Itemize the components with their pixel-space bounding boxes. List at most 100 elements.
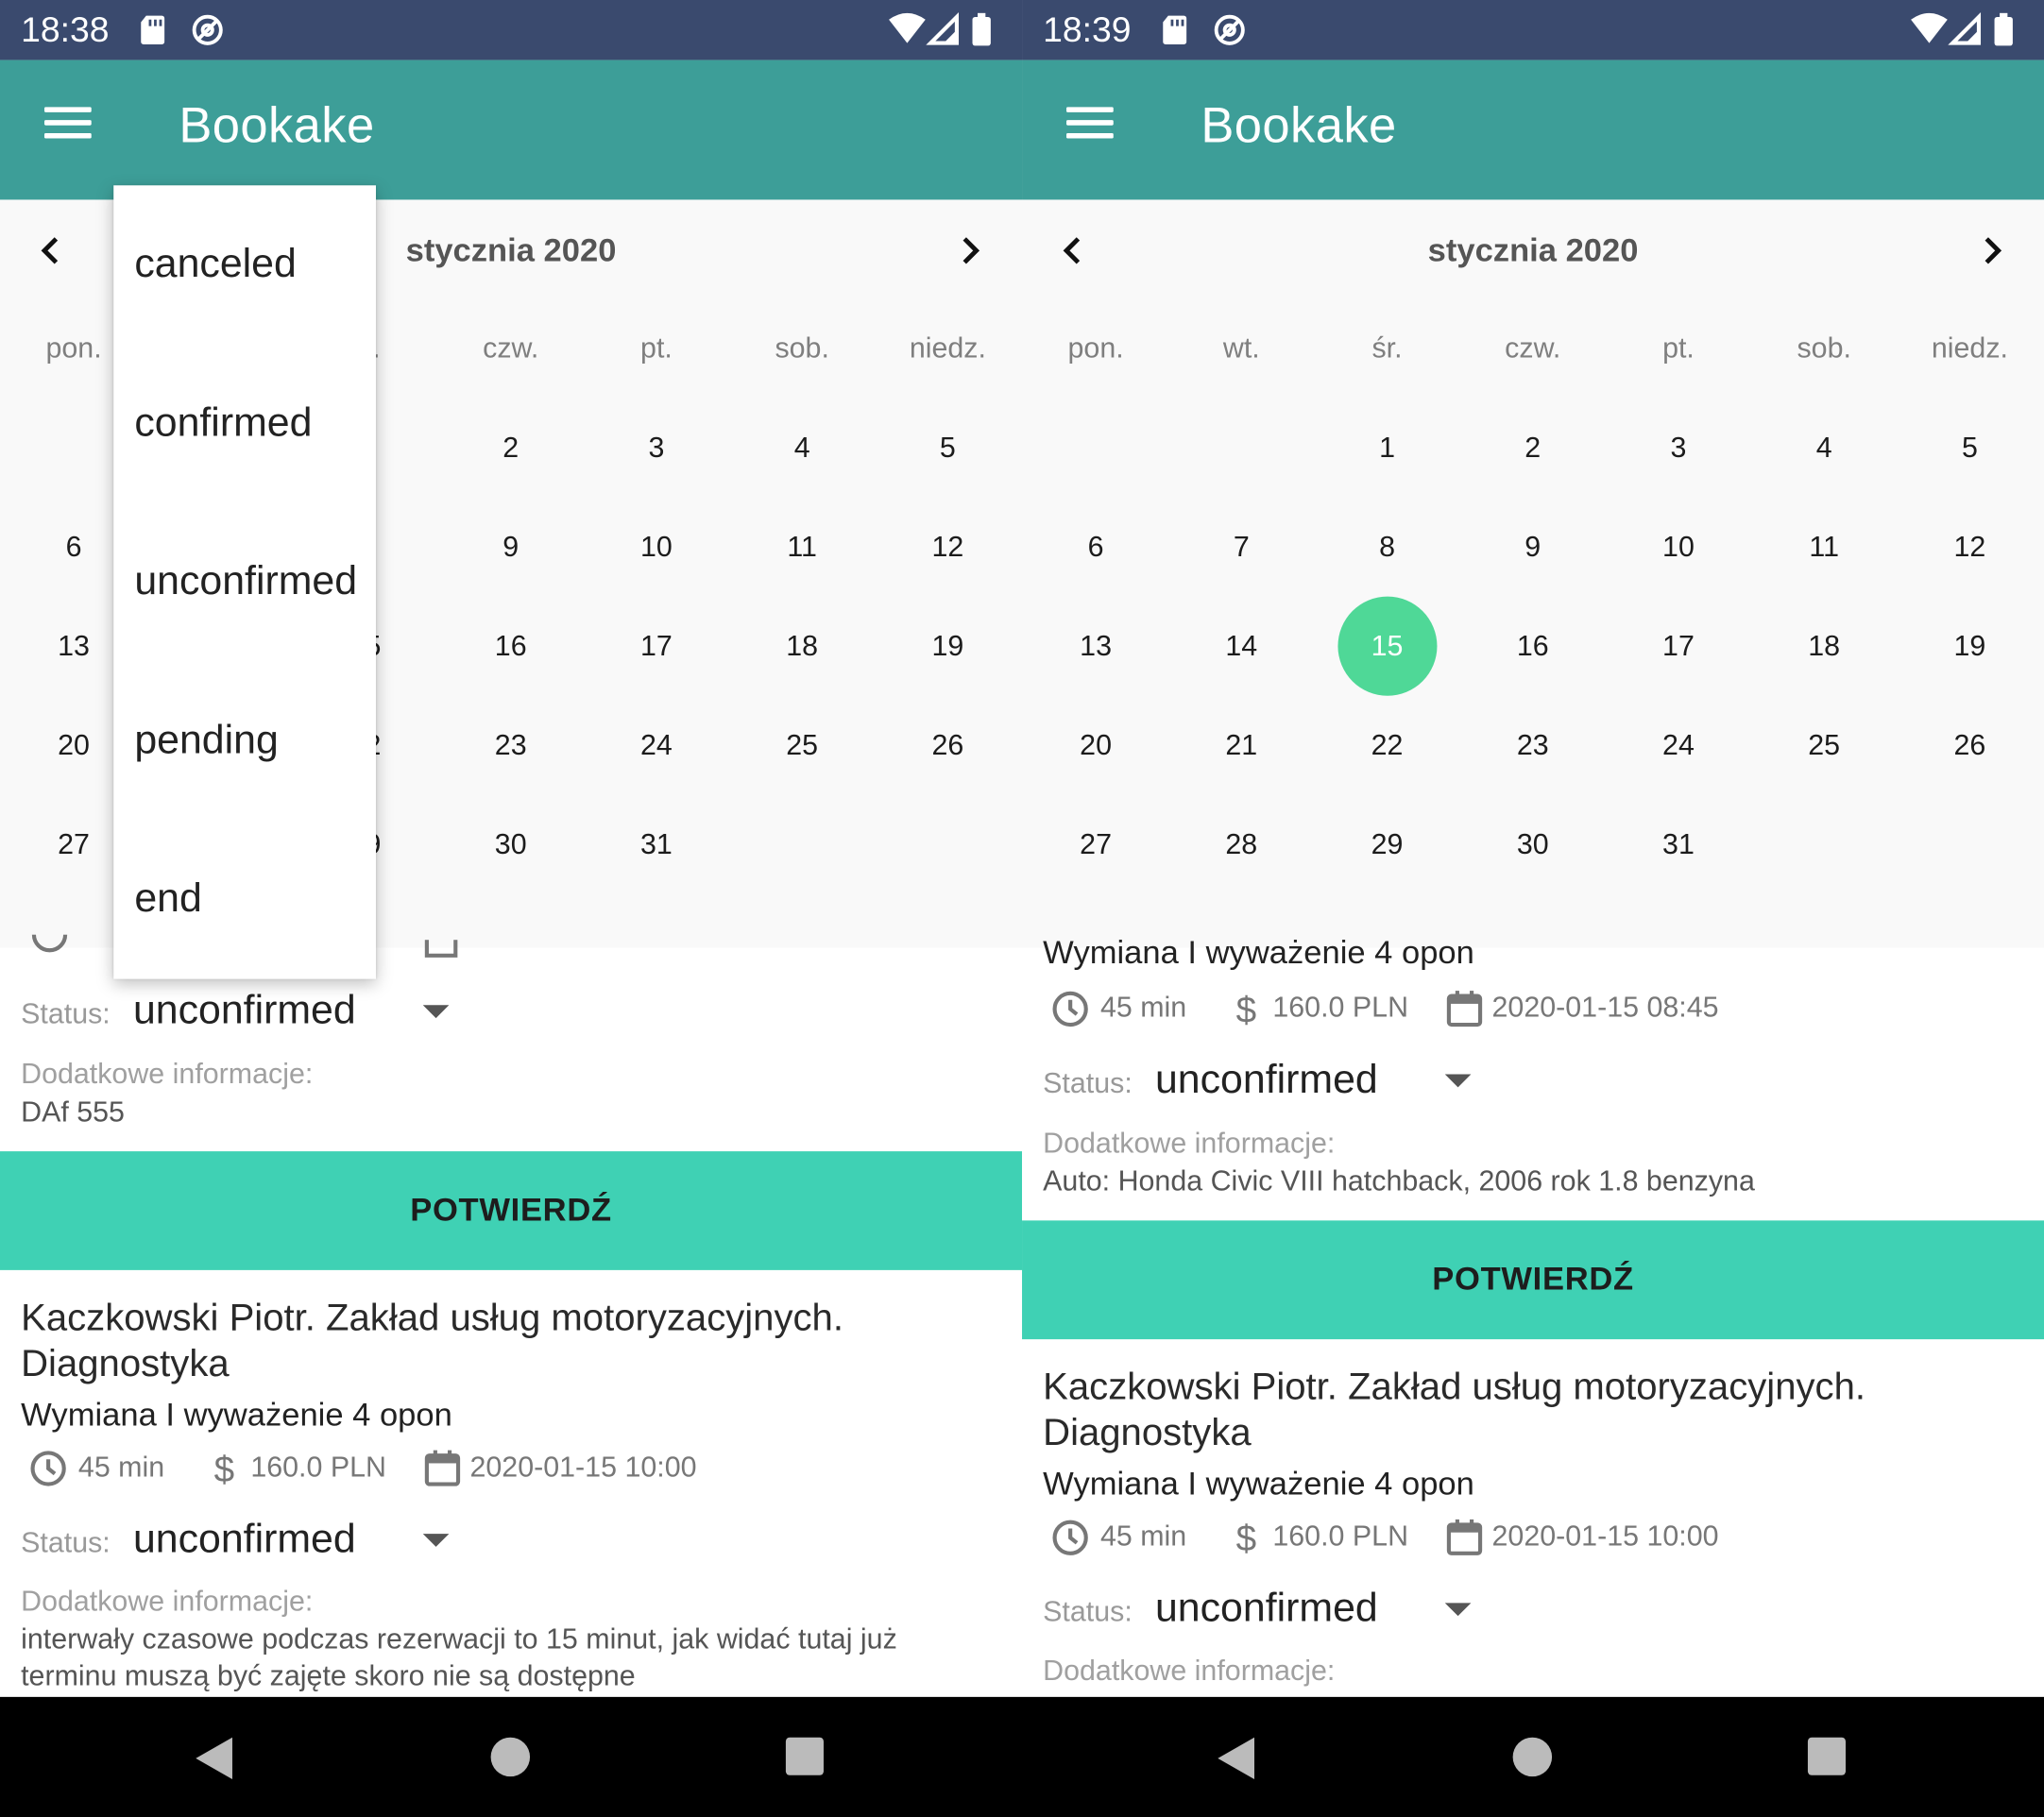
status-select[interactable]: unconfirmed [133, 1516, 356, 1563]
calendar-day[interactable]: 26 [875, 696, 1021, 795]
chevron-down-icon[interactable] [1444, 1074, 1472, 1088]
calendar-day[interactable]: 16 [437, 597, 584, 696]
menu-icon[interactable] [39, 107, 92, 148]
calendar-day[interactable]: 10 [584, 498, 730, 597]
chevron-down-icon[interactable] [1444, 1603, 1472, 1617]
status-select[interactable]: unconfirmed [1155, 1056, 1378, 1103]
calendar-day-number: 13 [1080, 629, 1113, 662]
confirm-button[interactable]: POTWIERDŹ [1022, 1220, 2044, 1340]
calendar-day[interactable]: 19 [1897, 597, 2043, 696]
calendar-day[interactable]: 4 [1751, 399, 1898, 498]
calendar-day[interactable]: 24 [584, 696, 730, 795]
calendar-day[interactable]: 1 [1314, 399, 1460, 498]
info-label: Dodatkowe informacje: [21, 1584, 314, 1618]
nav-home-icon[interactable] [490, 1737, 531, 1777]
system-status-icons [889, 11, 991, 46]
service-name: Wymiana I wyważenie 4 opon [1043, 934, 1474, 972]
calendar-day-number: 15 [1371, 629, 1404, 662]
business-name: Kaczkowski Piotr. Zakład usług motoryzac… [21, 1297, 843, 1385]
chevron-down-icon[interactable] [422, 1005, 450, 1019]
dropdown-option-end[interactable]: end [134, 875, 201, 922]
calendar-day[interactable]: 10 [1606, 498, 1752, 597]
confirm-button[interactable]: POTWIERDŹ [0, 1151, 1023, 1270]
dropdown-option-unconfirmed[interactable]: unconfirmed [134, 557, 357, 604]
calendar-day-number: 18 [786, 629, 819, 662]
calendar-day-number: 5 [939, 431, 956, 464]
calendar-day[interactable]: 22 [1314, 696, 1460, 795]
calendar-day[interactable]: 31 [584, 795, 730, 894]
calendar-day[interactable]: 4 [729, 399, 876, 498]
calendar-day[interactable]: 12 [1897, 498, 2043, 597]
calendar-day[interactable]: 28 [1168, 795, 1315, 894]
screen-left: 18:38 Bookake stycznia 2020 pon.wt.śr.cz… [0, 0, 1023, 1817]
calendar-day[interactable]: 3 [584, 399, 730, 498]
calendar-day[interactable]: 31 [1606, 795, 1752, 894]
calendar-day[interactable]: 11 [729, 498, 876, 597]
weekday-label: wt. [1222, 331, 1260, 365]
status-dropdown-menu: canceled confirmed unconfirmed pending end [113, 185, 376, 979]
calendar-day[interactable]: 18 [1751, 597, 1898, 696]
business-name: Kaczkowski Piotr. Zakład usług motoryzac… [1043, 1367, 1865, 1454]
calendar-day-number: 7 [1233, 530, 1250, 563]
nav-back-icon[interactable] [196, 1737, 232, 1779]
svg-text:$: $ [214, 1450, 235, 1488]
status-select[interactable]: unconfirmed [133, 987, 356, 1034]
calendar-day[interactable]: 7 [1168, 498, 1315, 597]
calendar-day[interactable]: 8 [1314, 498, 1460, 597]
calendar-day[interactable]: 15 [1314, 596, 1460, 696]
chevron-right-icon[interactable] [1972, 231, 2011, 270]
calendar-day[interactable]: 30 [1459, 795, 1606, 894]
screen-right: 18:39 Bookake stycznia 2020 pon. wt. śr. cz… [1022, 0, 2044, 1817]
calendar-day[interactable]: 3 [1606, 399, 1752, 498]
info-text: DAf 555 [21, 1095, 125, 1129]
menu-icon[interactable] [1061, 107, 1114, 148]
info-label: Dodatkowe informacje: [21, 1057, 314, 1091]
chevron-right-icon[interactable] [950, 231, 989, 270]
svg-text:$: $ [1236, 990, 1257, 1028]
calendar-day[interactable]: 17 [1606, 597, 1752, 696]
calendar-day[interactable]: 16 [1459, 597, 1606, 696]
calendar-day[interactable]: 12 [875, 498, 1021, 597]
calendar-day[interactable]: 17 [584, 597, 730, 696]
weekday-label: niedz. [909, 331, 986, 365]
calendar-day[interactable]: 23 [437, 696, 584, 795]
calendar-day[interactable]: 2 [437, 399, 584, 498]
calendar-day[interactable]: 25 [1751, 696, 1898, 795]
status-select[interactable]: unconfirmed [1155, 1585, 1378, 1632]
nav-back-icon[interactable] [1218, 1737, 1255, 1779]
calendar-day[interactable]: 11 [1751, 498, 1898, 597]
dropdown-option-pending[interactable]: pending [134, 716, 278, 763]
calendar-day[interactable]: 27 [1023, 795, 1169, 894]
calendar-day[interactable]: 5 [1897, 399, 2043, 498]
status-time: 18:39 [1043, 10, 1132, 50]
calendar-day[interactable]: 9 [1459, 498, 1606, 597]
calendar-day[interactable]: 5 [875, 399, 1021, 498]
info-label: Dodatkowe informacje: [1043, 1126, 1336, 1160]
calendar-day[interactable]: 2 [1459, 399, 1606, 498]
nav-recents-icon[interactable] [785, 1737, 824, 1775]
calendar-day[interactable]: 20 [1023, 696, 1169, 795]
calendar-day-number: 23 [494, 728, 527, 761]
chevron-down-icon[interactable] [422, 1534, 450, 1547]
calendar-day[interactable]: 24 [1606, 696, 1752, 795]
calendar-day[interactable]: 26 [1897, 696, 2043, 795]
calendar-icon [1446, 1519, 1483, 1555]
calendar-day[interactable]: 25 [729, 696, 876, 795]
nav-recents-icon[interactable] [1807, 1737, 1847, 1775]
nav-home-icon[interactable] [1512, 1737, 1553, 1777]
calendar-day[interactable]: 30 [437, 795, 584, 894]
calendar-day[interactable]: 19 [875, 597, 1021, 696]
calendar-day[interactable]: 6 [1023, 498, 1169, 597]
calendar-day[interactable]: 9 [437, 498, 584, 597]
calendar-day[interactable]: 13 [1023, 597, 1169, 696]
calendar-day[interactable]: 23 [1459, 696, 1606, 795]
calendar-day[interactable]: 29 [1314, 795, 1460, 894]
dropdown-option-confirmed[interactable]: confirmed [134, 399, 312, 446]
calendar-icon [424, 1450, 461, 1486]
calendar-day-number: 31 [1662, 827, 1695, 860]
clock-icon [30, 1451, 66, 1486]
calendar-day[interactable]: 14 [1168, 597, 1315, 696]
calendar-day[interactable]: 18 [729, 597, 876, 696]
calendar-day[interactable]: 21 [1168, 696, 1315, 795]
dropdown-option-canceled[interactable]: canceled [134, 240, 296, 287]
